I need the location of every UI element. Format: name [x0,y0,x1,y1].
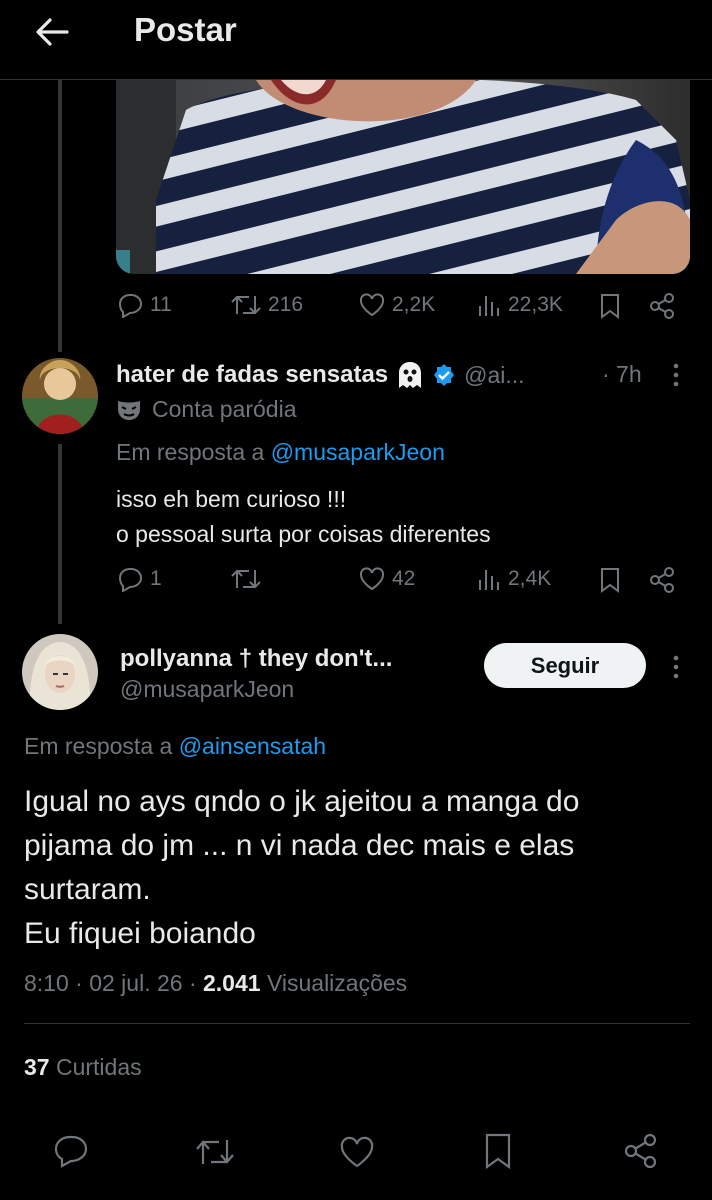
views-label[interactable]: Visualizações [267,970,407,996]
likes-summary[interactable]: 37 Curtidas [24,1054,142,1081]
avatar[interactable] [22,358,98,434]
tweet-text: isso eh bem curioso !!! o pessoal surta … [116,486,491,547]
follow-button[interactable]: Seguir [484,643,646,688]
tweet-meta: 8:10 · 02 jul. 26 · 2.041 Visualizações [24,970,407,997]
mask-icon [116,398,142,422]
repost-button[interactable] [230,566,262,592]
reply-icon [116,292,144,318]
bookmark-icon [598,566,622,594]
more-options-icon[interactable] [668,654,684,680]
author-name[interactable]: pollyanna † they don't... [120,645,392,673]
bookmark-button[interactable] [598,292,622,320]
author-name[interactable]: hater de fadas sensatas [116,361,388,389]
reply-count[interactable]: 11 [116,292,172,318]
tweet-text: Igual no ays qndo o jk ajeitou a manga d… [24,785,580,950]
reply-to-link[interactable]: @musaparkJeon [271,439,445,465]
views-count: 2.041 [203,970,261,996]
view-count[interactable]: 2,4K [476,566,551,592]
share-icon [648,292,676,320]
page-title: Postar [134,11,237,48]
share-icon [648,566,676,594]
like-count[interactable]: 2,2K [358,292,435,318]
views-icon [476,292,502,318]
views-icon [476,566,502,592]
bookmark-icon [598,292,622,320]
tweet-media-video[interactable] [116,80,690,274]
reply-context: Em resposta a @ainsensatah [24,733,327,759]
ghost-emoji-icon [396,360,424,390]
avatar[interactable] [22,634,98,710]
heart-icon [358,292,386,318]
author-handle[interactable]: @ai... [464,362,524,389]
view-count[interactable]: 22,3K [476,292,563,318]
share-button[interactable] [648,566,676,594]
bookmark-button[interactable] [598,566,622,594]
reply-count[interactable]: 1 [116,566,162,592]
author-handle[interactable]: @musaparkJeon [120,676,294,703]
verified-badge-icon [432,363,456,387]
back-arrow-icon[interactable] [30,10,74,54]
bookmark-icon[interactable] [482,1132,514,1170]
thread-line [58,80,62,352]
tweet-timestamp: 8:10 · 02 jul. 26 · [24,970,197,996]
thread-line [58,444,62,624]
share-button[interactable] [648,292,676,320]
heart-icon[interactable] [338,1135,376,1169]
share-icon[interactable] [622,1132,660,1170]
reply-to-link[interactable]: @ainsensatah [179,733,326,759]
repost-count[interactable]: 216 [230,292,303,318]
more-options-icon[interactable] [668,362,684,388]
tweet-time: · 7h [602,361,642,387]
reply-icon[interactable] [52,1133,90,1169]
repost-icon [230,566,262,592]
top-bar [0,0,712,80]
tweet-author-row: hater de fadas sensatas @ai... [116,360,525,390]
repost-icon[interactable] [194,1135,236,1169]
divider [24,1023,690,1024]
like-count[interactable]: 42 [358,566,415,592]
reply-context: Em resposta a @musaparkJeon [116,439,445,465]
parody-label: Conta paródia [116,396,297,423]
heart-icon [358,566,386,592]
repost-icon [230,292,262,318]
reply-icon [116,566,144,592]
